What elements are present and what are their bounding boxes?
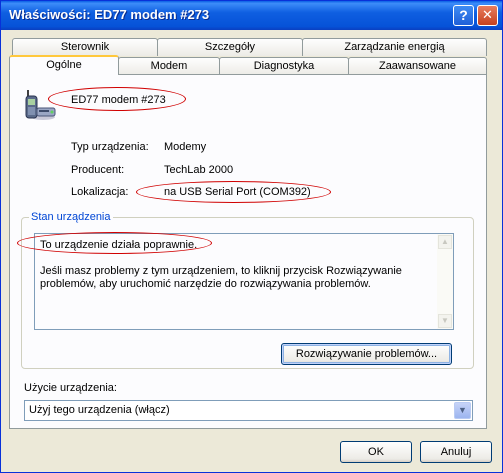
- title-bar[interactable]: Właściwości: ED77 modem #273 ? ✕: [1, 1, 502, 30]
- status-help-text-1: Jeśli masz problemy z tym urządzeniem, t…: [40, 265, 402, 277]
- tab-szczegoly[interactable]: Szczegóły: [157, 38, 303, 56]
- device-status-title: Stan urządzenia: [29, 211, 113, 223]
- tab-diagnostyka[interactable]: Diagnostyka: [219, 57, 349, 75]
- status-help-text-2: problemów, aby uruchomić narzędzie do ro…: [40, 278, 371, 290]
- help-button[interactable]: ?: [453, 5, 474, 26]
- tab-modem[interactable]: Modem: [118, 57, 220, 75]
- location-highlight-ellipse: [136, 181, 331, 203]
- status-scrollbar[interactable]: ▲ ▼: [437, 234, 453, 329]
- tab-zarzadzanie-energia[interactable]: Zarządzanie energią: [302, 38, 487, 56]
- status-highlight-ellipse: [17, 232, 212, 254]
- device-type-value: Modemy: [164, 141, 207, 153]
- name-highlight-ellipse: [48, 87, 186, 111]
- chevron-down-icon[interactable]: ▼: [454, 402, 471, 419]
- device-usage-select[interactable]: Użyj tego urządzenia (włącz) ▼: [24, 400, 473, 421]
- properties-dialog: Właściwości: ED77 modem #273 ? ✕ Sterown…: [0, 0, 503, 473]
- manufacturer-value: TechLab 2000: [164, 164, 234, 176]
- close-button[interactable]: ✕: [477, 5, 498, 26]
- scroll-up-arrow-icon[interactable]: ▲: [438, 235, 452, 249]
- window-title: Właściwości: ED77 modem #273: [9, 7, 210, 22]
- location-label: Lokalizacja:: [71, 186, 129, 198]
- troubleshoot-button[interactable]: Rozwiązywanie problemów...: [281, 343, 452, 365]
- scroll-down-arrow-icon[interactable]: ▼: [438, 314, 452, 328]
- ok-button[interactable]: OK: [340, 441, 412, 463]
- cancel-button[interactable]: Anuluj: [420, 441, 492, 463]
- tab-ogolne[interactable]: Ogólne: [9, 55, 119, 75]
- device-usage-value: Użyj tego urządzenia (włącz): [29, 404, 170, 416]
- manufacturer-label: Producent:: [71, 164, 125, 176]
- phone-modem-icon: [25, 90, 56, 120]
- device-type-label: Typ urządzenia:: [71, 141, 149, 153]
- device-usage-label: Użycie urządzenia:: [24, 382, 117, 394]
- tab-zaawansowane[interactable]: Zaawansowane: [348, 57, 487, 75]
- tab-sterownik[interactable]: Sterownik: [12, 38, 158, 56]
